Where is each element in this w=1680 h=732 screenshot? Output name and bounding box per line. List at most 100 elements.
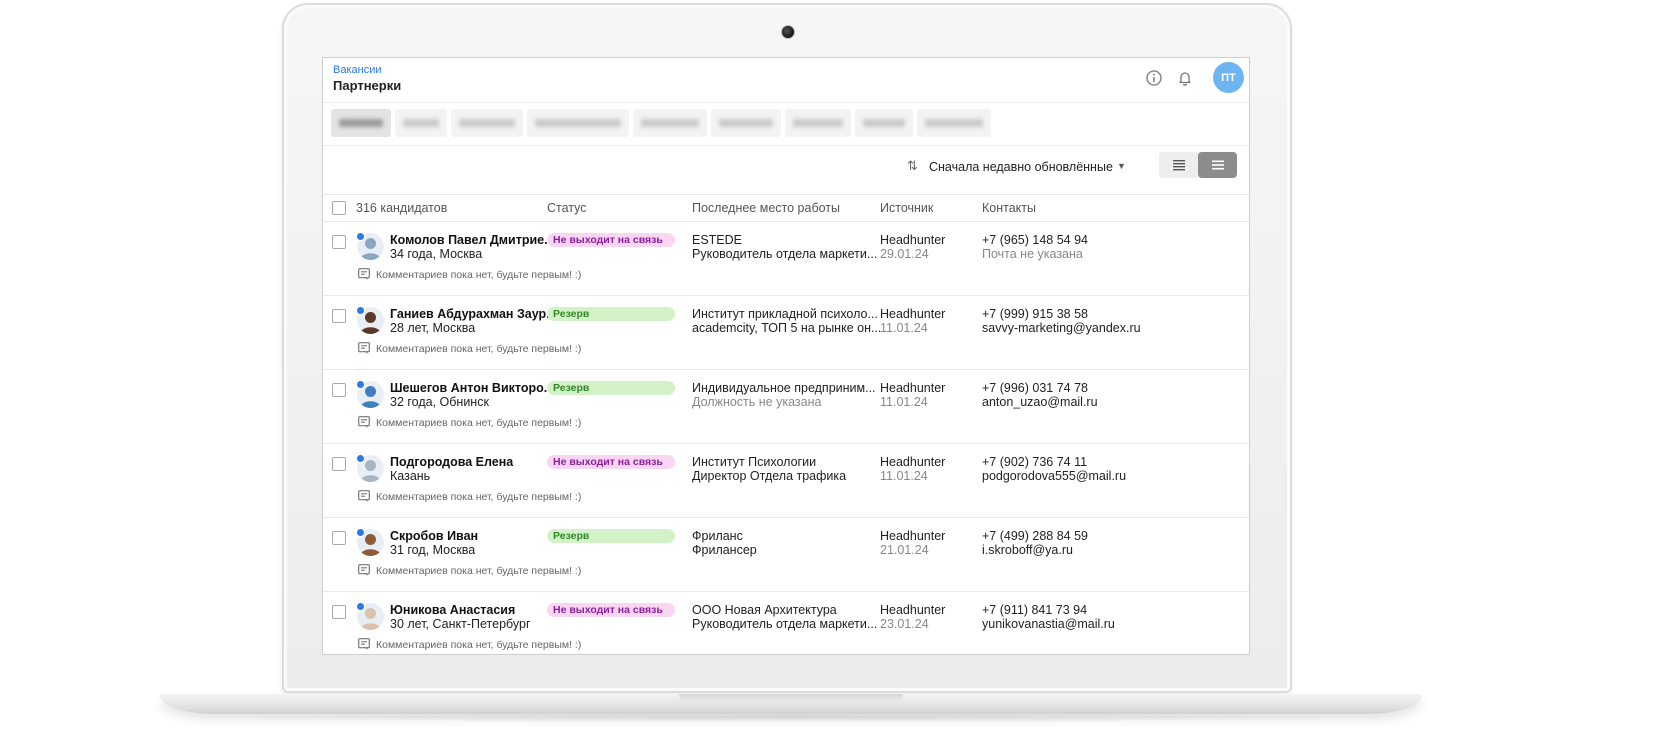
candidate-age-city: 31 год, Москва <box>390 543 476 557</box>
comment-icon[interactable] <box>358 638 370 650</box>
column-status[interactable]: Статус <box>547 201 587 215</box>
source-date: 29.01.24 <box>880 247 929 261</box>
tab-3[interactable] <box>451 109 523 137</box>
comment-icon[interactable] <box>358 490 370 502</box>
source-name: Headhunter <box>880 455 946 469</box>
bell-icon[interactable] <box>1176 69 1194 87</box>
status-badge[interactable]: Не выходит на связь <box>547 603 675 617</box>
row-checkbox[interactable] <box>332 383 346 397</box>
stage-tabs <box>323 103 1249 146</box>
page-title: Партнерки <box>333 78 402 93</box>
contact-phone[interactable]: +7 (965) 148 54 94 <box>982 233 1088 247</box>
row-checkbox[interactable] <box>332 531 346 545</box>
source-date: 11.01.24 <box>880 395 928 409</box>
tab-1[interactable] <box>331 109 391 137</box>
list-view-button[interactable] <box>1198 152 1237 178</box>
contact-email[interactable]: savvy-marketing@yandex.ru <box>982 321 1141 335</box>
contact-email[interactable]: Почта не указана <box>982 247 1083 261</box>
candidate-name[interactable]: Подгородова Елена <box>390 455 513 469</box>
candidate-age-city: Казань <box>390 469 431 483</box>
contact-email[interactable]: podgorodova555@mail.ru <box>982 469 1126 483</box>
last-job-title: Директор Отдела трафика <box>692 469 847 483</box>
candidate-name[interactable]: Скробов Иван <box>390 529 478 543</box>
candidate-name[interactable]: Шешегов Антон Викторо... <box>390 381 554 395</box>
status-badge[interactable]: Резерв <box>547 307 675 321</box>
candidate-name[interactable]: Юникова Анастасия <box>390 603 515 617</box>
last-job-title: Руководитель отдела маркети... <box>692 617 878 631</box>
select-all-checkbox[interactable] <box>332 201 346 215</box>
user-avatar[interactable]: ПТ <box>1213 62 1244 93</box>
contact-email[interactable]: anton_uzao@mail.ru <box>982 395 1098 409</box>
info-icon[interactable] <box>1145 69 1163 87</box>
chevron-down-icon[interactable]: ▼ <box>1117 161 1126 171</box>
tab-8[interactable] <box>855 109 913 137</box>
comment-placeholder[interactable]: Комментариев пока нет, будьте первым! :) <box>376 565 581 577</box>
contact-phone[interactable]: +7 (996) 031 74 78 <box>982 381 1088 395</box>
column-last-job[interactable]: Последнее место работы <box>692 201 840 215</box>
laptop-notch <box>679 694 903 703</box>
comment-icon[interactable] <box>358 564 370 576</box>
comment-icon[interactable] <box>358 416 370 428</box>
table-header: 316 кандидатов Статус Последнее место ра… <box>323 194 1249 222</box>
tab-5[interactable] <box>633 109 707 137</box>
contact-phone[interactable]: +7 (902) 736 74 11 <box>982 455 1087 469</box>
source-date: 23.01.24 <box>880 617 929 631</box>
online-indicator <box>356 232 365 241</box>
candidate-list: Комолов Павел Дмитрие... 34 года, Москва… <box>323 222 1249 654</box>
candidates-count: 316 кандидатов <box>356 201 448 215</box>
sort-dropdown[interactable]: Сначала недавно обновлённые <box>929 160 1113 174</box>
table-row[interactable]: Подгородова Елена Казань Комментариев по… <box>323 444 1249 518</box>
row-checkbox[interactable] <box>332 235 346 249</box>
last-job-company: ООО Новая Архитектура <box>692 603 837 617</box>
contact-email[interactable]: yunikovanastia@mail.ru <box>982 617 1115 631</box>
contact-phone[interactable]: +7 (499) 288 84 59 <box>982 529 1088 543</box>
table-row[interactable]: Скробов Иван 31 год, Москва Комментариев… <box>323 518 1249 592</box>
last-job-title: Руководитель отдела маркети... <box>692 247 878 261</box>
status-badge[interactable]: Резерв <box>547 381 675 395</box>
candidate-name[interactable]: Комолов Павел Дмитрие... <box>390 233 555 247</box>
status-badge[interactable]: Резерв <box>547 529 675 543</box>
source-date: 21.01.24 <box>880 543 929 557</box>
status-badge[interactable]: Не выходит на связь <box>547 233 675 247</box>
row-checkbox[interactable] <box>332 457 346 471</box>
source-name: Headhunter <box>880 233 946 247</box>
table-row[interactable]: Шешегов Антон Викторо... 32 года, Обнинс… <box>323 370 1249 444</box>
contact-phone[interactable]: +7 (911) 841 73 94 <box>982 603 1087 617</box>
online-indicator <box>356 306 365 315</box>
source-name: Headhunter <box>880 529 946 543</box>
column-source[interactable]: Источник <box>880 201 933 215</box>
row-checkbox[interactable] <box>332 605 346 619</box>
comment-icon[interactable] <box>358 268 370 280</box>
comment-placeholder[interactable]: Комментариев пока нет, будьте первым! :) <box>376 343 581 355</box>
tab-7[interactable] <box>785 109 851 137</box>
tab-9[interactable] <box>917 109 991 137</box>
table-row[interactable]: Юникова Анастасия 30 лет, Санкт-Петербур… <box>323 592 1249 654</box>
last-job-company: Институт Психологии <box>692 455 817 469</box>
source-name: Headhunter <box>880 381 946 395</box>
tab-6[interactable] <box>711 109 781 137</box>
sort-icon[interactable]: ⇅ <box>907 158 918 174</box>
comment-placeholder[interactable]: Комментариев пока нет, будьте первым! :) <box>376 639 581 651</box>
tab-2[interactable] <box>395 109 447 137</box>
tab-4[interactable] <box>527 109 629 137</box>
comment-placeholder[interactable]: Комментариев пока нет, будьте первым! :) <box>376 269 581 281</box>
view-toggle <box>1159 152 1237 178</box>
compact-view-button[interactable] <box>1159 152 1198 178</box>
comment-icon[interactable] <box>358 342 370 354</box>
contact-email[interactable]: i.skroboff@ya.ru <box>982 543 1073 557</box>
table-row[interactable]: Комолов Павел Дмитрие... 34 года, Москва… <box>323 222 1249 296</box>
contact-phone[interactable]: +7 (999) 915 38 58 <box>982 307 1088 321</box>
comment-placeholder[interactable]: Комментариев пока нет, будьте первым! :) <box>376 491 581 503</box>
comment-placeholder[interactable]: Комментариев пока нет, будьте первым! :) <box>376 417 581 429</box>
status-badge[interactable]: Не выходит на связь <box>547 455 675 469</box>
online-indicator <box>356 380 365 389</box>
list-icon <box>1211 160 1224 170</box>
row-checkbox[interactable] <box>332 309 346 323</box>
column-contacts[interactable]: Контакты <box>982 201 1036 215</box>
last-job-title: Должность не указана <box>692 395 822 409</box>
app-screen: Вакансии Партнерки ПТ ⇅ Сначала недавно … <box>322 57 1250 655</box>
source-name: Headhunter <box>880 307 946 321</box>
candidate-name[interactable]: Ганиев Абдурахман Заур... <box>390 307 557 321</box>
table-row[interactable]: Ганиев Абдурахман Заур... 28 лет, Москва… <box>323 296 1249 370</box>
breadcrumb[interactable]: Вакансии <box>333 64 382 76</box>
